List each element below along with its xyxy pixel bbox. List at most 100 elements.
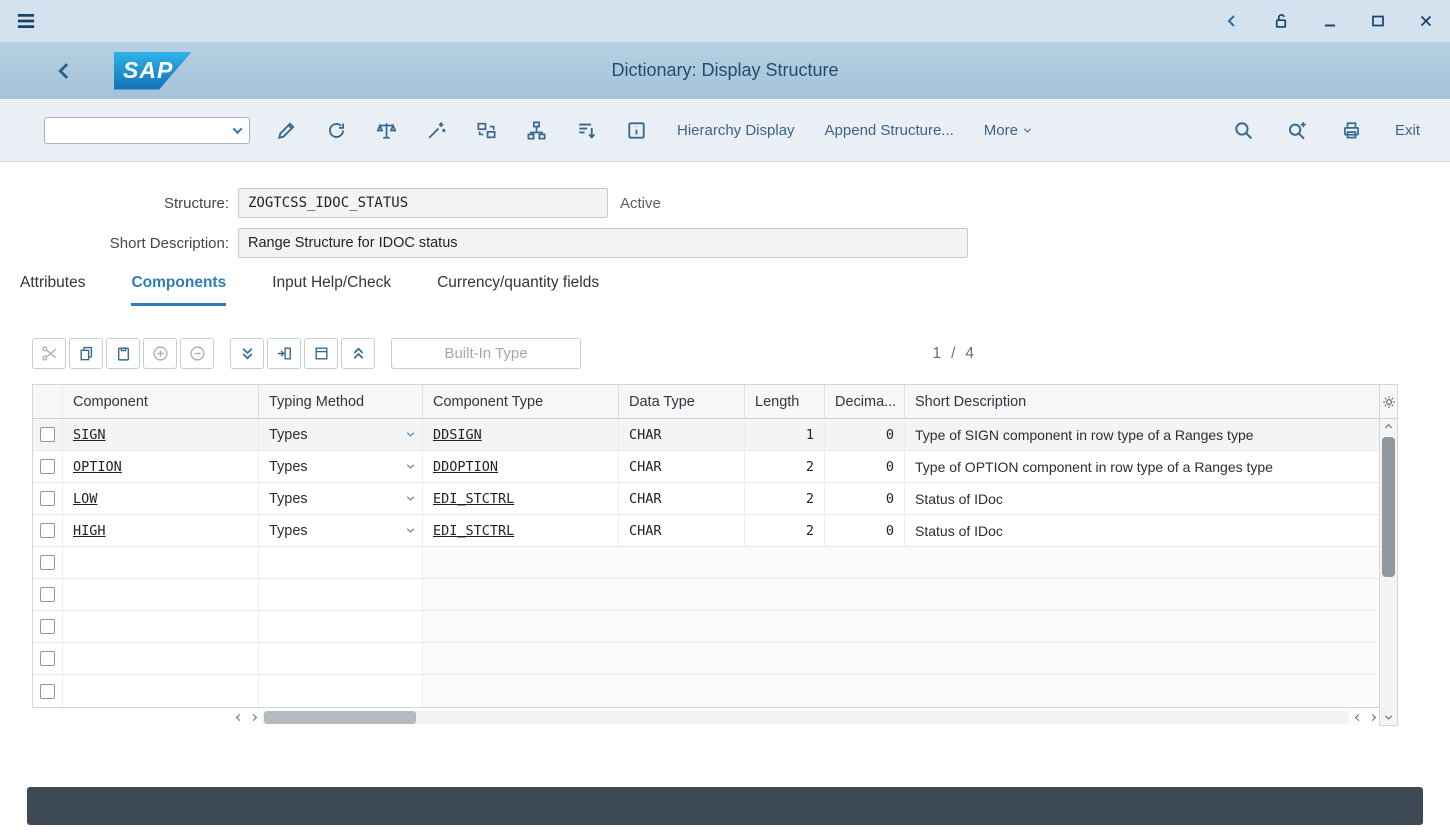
table-row: LOW Types EDI_STCTRL CHAR 2 0 Status of … <box>33 483 1379 515</box>
page-indicator: 1 / 4 <box>932 345 974 363</box>
cut-icon[interactable] <box>32 338 66 369</box>
length-cell: 1 <box>745 419 825 450</box>
table-row: HIGH Types EDI_STCTRL CHAR 2 0 Status of… <box>33 515 1379 547</box>
append-structure-button[interactable]: Append Structure... <box>825 122 954 139</box>
info-icon[interactable] <box>626 120 647 141</box>
structure-label: Structure: <box>0 195 238 212</box>
typing-method-dropdown[interactable]: Types <box>259 483 423 514</box>
hscroll-left-icon[interactable] <box>232 715 246 720</box>
typing-method-dropdown[interactable]: Types <box>259 419 423 450</box>
back-icon[interactable] <box>1224 13 1240 29</box>
display-change-icon[interactable] <box>276 120 297 141</box>
structure-field[interactable]: ZOGTCSS_IDOC_STATUS <box>238 188 608 218</box>
vscroll-thumb[interactable] <box>1382 437 1395 577</box>
table-row: OPTION Types DDOPTION CHAR 2 0 Type of O… <box>33 451 1379 483</box>
hscroll-thumb[interactable] <box>264 711 416 724</box>
builtin-type-button[interactable]: Built-In Type <box>391 338 581 369</box>
hierarchy-icon[interactable] <box>526 120 547 141</box>
hierarchy-display-button[interactable]: Hierarchy Display <box>677 122 795 139</box>
dropdown-chevron-icon <box>407 462 414 469</box>
component-type-link[interactable]: DDOPTION <box>433 459 498 475</box>
column-header-component-type[interactable]: Component Type <box>423 385 619 418</box>
refresh-icon[interactable] <box>326 120 347 141</box>
row-checkbox[interactable] <box>40 491 55 506</box>
select-layout-icon[interactable] <box>304 338 338 369</box>
activate-wand-icon[interactable] <box>426 120 447 141</box>
copy-icon[interactable] <box>69 338 103 369</box>
typing-method-dropdown[interactable]: Types <box>259 451 423 482</box>
component-type-link[interactable]: DDSIGN <box>433 427 482 443</box>
hscroll-left-end-icon[interactable] <box>1351 715 1365 720</box>
horizontal-scrollbar[interactable] <box>32 709 1379 726</box>
print-icon[interactable] <box>1341 120 1362 141</box>
header-back-icon[interactable] <box>54 61 74 81</box>
search-plus-icon[interactable] <box>1287 120 1308 141</box>
tab-attributes[interactable]: Attributes <box>20 274 85 306</box>
row-checkbox[interactable] <box>40 427 55 442</box>
hscroll-right-end-icon[interactable] <box>1365 715 1379 720</box>
insert-row-icon[interactable] <box>143 338 177 369</box>
select-all-column-header[interactable] <box>33 385 63 418</box>
page-current: 1 <box>932 345 941 363</box>
minimize-icon[interactable] <box>1322 13 1338 29</box>
component-link[interactable]: OPTION <box>73 459 122 475</box>
insert-line-icon[interactable] <box>267 338 301 369</box>
close-icon[interactable] <box>1418 13 1434 29</box>
component-link[interactable]: LOW <box>73 491 97 507</box>
component-type-link[interactable]: EDI_STCTRL <box>433 523 514 539</box>
more-button[interactable]: More <box>984 122 1030 139</box>
tab-components[interactable]: Components <box>131 274 226 306</box>
column-header-typing-method[interactable]: Typing Method <box>259 385 423 418</box>
row-checkbox[interactable] <box>40 555 55 570</box>
page-up-icon[interactable] <box>341 338 375 369</box>
component-link[interactable]: HIGH <box>73 523 106 539</box>
search-icon[interactable] <box>1233 120 1254 141</box>
vscroll-up-icon[interactable] <box>1380 419 1397 435</box>
where-used-icon[interactable] <box>576 120 597 141</box>
delete-row-icon[interactable] <box>180 338 214 369</box>
row-checkbox[interactable] <box>40 684 55 699</box>
short-description-field[interactable]: Range Structure for IDOC status <box>238 228 968 258</box>
command-field-chevron-down-icon[interactable] <box>233 124 243 134</box>
vscroll-track[interactable] <box>1380 435 1397 709</box>
maximize-icon[interactable] <box>1370 13 1386 29</box>
lock-icon[interactable] <box>1272 12 1290 30</box>
hscroll-right-icon[interactable] <box>246 715 260 720</box>
column-header-data-type[interactable]: Data Type <box>619 385 745 418</box>
titlebar <box>0 0 1450 42</box>
tab-input-help-check[interactable]: Input Help/Check <box>272 274 391 306</box>
components-grid: Component Typing Method Component Type D… <box>32 384 1398 726</box>
length-cell: 2 <box>745 515 825 546</box>
typing-method-dropdown[interactable]: Types <box>259 515 423 546</box>
exit-button[interactable]: Exit <box>1395 122 1420 139</box>
row-checkbox[interactable] <box>40 459 55 474</box>
row-checkbox[interactable] <box>40 619 55 634</box>
hscroll-track[interactable] <box>262 711 1349 724</box>
row-checkbox[interactable] <box>40 587 55 602</box>
short-description-cell: Status of IDoc <box>905 483 1379 514</box>
table-settings-gear-icon[interactable] <box>1380 385 1397 419</box>
column-header-decimals[interactable]: Decima... <box>825 385 905 418</box>
grid-toolbar: Built-In Type 1 / 4 <box>32 338 1398 369</box>
component-link[interactable]: SIGN <box>73 427 106 443</box>
paste-icon[interactable] <box>106 338 140 369</box>
vscroll-down-icon[interactable] <box>1380 709 1397 725</box>
column-header-short-description[interactable]: Short Description <box>905 385 1379 418</box>
column-header-component[interactable]: Component <box>63 385 259 418</box>
table-row-empty <box>33 643 1379 675</box>
tab-currency-quantity-fields[interactable]: Currency/quantity fields <box>437 274 599 306</box>
row-checkbox[interactable] <box>40 651 55 666</box>
command-field[interactable] <box>44 117 250 144</box>
vertical-scrollbar[interactable] <box>1380 419 1397 725</box>
data-type-cell: CHAR <box>619 419 745 450</box>
structure-value: ZOGTCSS_IDOC_STATUS <box>248 195 408 211</box>
compare-icon[interactable] <box>476 120 497 141</box>
row-checkbox[interactable] <box>40 523 55 538</box>
column-header-length[interactable]: Length <box>745 385 825 418</box>
component-type-link[interactable]: EDI_STCTRL <box>433 491 514 507</box>
menu-icon[interactable] <box>16 11 36 31</box>
status-bar <box>27 787 1423 825</box>
check-balance-icon[interactable] <box>376 120 397 141</box>
page-down-icon[interactable] <box>230 338 264 369</box>
short-description-label: Short Description: <box>0 235 238 252</box>
